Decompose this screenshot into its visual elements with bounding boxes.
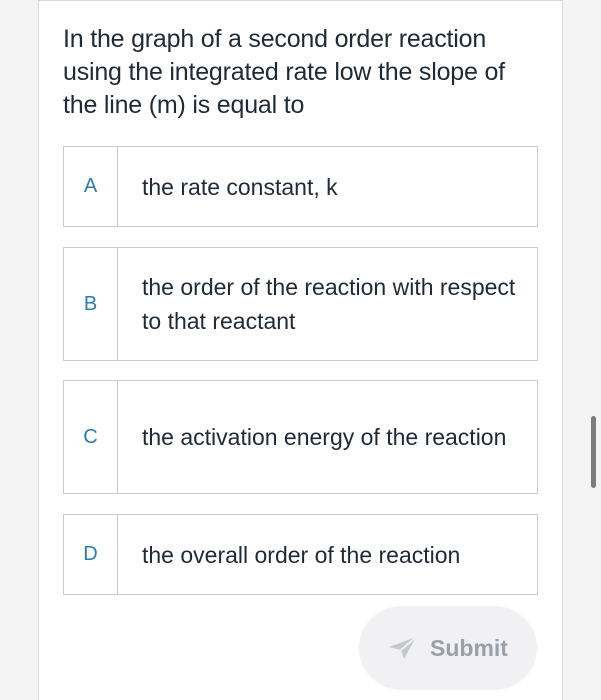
option-letter: A xyxy=(64,147,118,226)
option-c[interactable]: C the activation energy of the reaction xyxy=(63,380,538,494)
option-letter: B xyxy=(64,248,118,360)
option-letter: D xyxy=(64,515,118,594)
option-d[interactable]: D the overall order of the reaction xyxy=(63,514,538,595)
question-card: In the graph of a second order reaction … xyxy=(38,0,563,700)
option-text: the overall order of the reaction xyxy=(142,541,461,568)
option-text: the order of the reaction with respect t… xyxy=(142,274,516,334)
option-text: the activation energy of the reaction xyxy=(142,424,507,450)
submit-label: Submit xyxy=(430,634,508,661)
send-icon xyxy=(388,635,418,661)
option-b[interactable]: B the order of the reaction with respect… xyxy=(63,247,538,361)
submit-button[interactable]: Submit xyxy=(359,606,537,690)
option-text: the rate constant, k xyxy=(142,173,338,200)
option-letter: C xyxy=(64,381,118,493)
option-a[interactable]: A the rate constant, k xyxy=(63,146,538,227)
scrollbar-thumb[interactable] xyxy=(591,416,596,488)
question-text: In the graph of a second order reaction … xyxy=(63,25,505,119)
